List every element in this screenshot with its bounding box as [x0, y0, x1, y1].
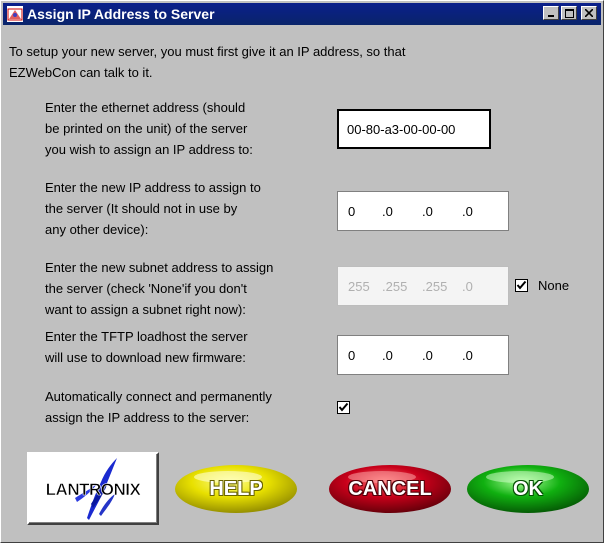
- ethernet-label-line: be printed on the unit) of the server: [45, 121, 248, 136]
- ip-octet-1[interactable]: 0: [348, 204, 382, 219]
- subnet-none-label[interactable]: None: [538, 278, 569, 293]
- subnet-octet-2: .255: [382, 278, 408, 294]
- maximize-icon: [564, 8, 574, 18]
- app-icon: [7, 6, 23, 22]
- new-ip-input[interactable]: 0 .0 .0 .0: [337, 191, 509, 231]
- tftp-loadhost-input[interactable]: 0 .0 .0 .0: [337, 335, 509, 375]
- tftp-octet-2[interactable]: .0: [382, 348, 422, 363]
- subnet-octet-3: .255: [422, 278, 448, 294]
- subnet-octet-4: .0: [462, 278, 473, 294]
- ip-octet-3[interactable]: .0: [422, 204, 462, 219]
- new-ip-label-line: Enter the new IP address to assign to: [45, 180, 261, 195]
- checkmark-icon: [516, 280, 527, 290]
- auto-connect-label: Automatically connect and permanently as…: [45, 386, 335, 428]
- subnet-input[interactable]: 255 .255 .255 .0: [337, 266, 509, 306]
- tftp-label: Enter the TFTP loadhost the server will …: [45, 326, 335, 368]
- cancel-button[interactable]: CANCEL: [327, 460, 453, 518]
- auto-connect-label-line: assign the IP address to the server:: [45, 410, 250, 425]
- title-bar[interactable]: Assign IP Address to Server: [3, 3, 601, 25]
- ethernet-label-line: you wish to assign an IP address to:: [45, 142, 253, 157]
- help-label: HELP: [209, 477, 263, 500]
- close-button[interactable]: [581, 6, 597, 20]
- tftp-octet-3[interactable]: .0: [422, 348, 462, 363]
- ethernet-address-input[interactable]: 00-80-a3-00-00-00: [337, 109, 491, 149]
- logo-text: LANTRONIX: [46, 480, 142, 499]
- intro-line-2: EZWebCon can talk to it.: [9, 65, 153, 80]
- minimize-button[interactable]: [543, 6, 559, 20]
- auto-connect-label-line: Automatically connect and permanently: [45, 389, 272, 404]
- ip-octet-2[interactable]: .0: [382, 204, 422, 219]
- subnet-label: Enter the new subnet address to assign t…: [45, 257, 335, 320]
- tftp-label-line: Enter the TFTP loadhost the server: [45, 329, 248, 344]
- new-ip-label-line: the server (It should not in use by: [45, 201, 238, 216]
- new-ip-label: Enter the new IP address to assign to th…: [45, 177, 335, 240]
- tftp-octet-4[interactable]: .0: [462, 348, 492, 363]
- assign-ip-dialog: Assign IP Address to Server To setup you…: [0, 0, 604, 543]
- help-button[interactable]: HELP: [173, 460, 299, 518]
- minimize-icon: [548, 15, 554, 17]
- checkmark-icon: [338, 402, 349, 412]
- ethernet-label: Enter the ethernet address (should be pr…: [45, 97, 335, 160]
- ok-button[interactable]: OK: [465, 460, 591, 518]
- maximize-button[interactable]: [561, 6, 577, 20]
- subnet-label-line: the server (check 'None'if you don't: [45, 281, 247, 296]
- cancel-label: CANCEL: [348, 477, 432, 500]
- tftp-octet-1[interactable]: 0: [348, 348, 382, 363]
- window-title: Assign IP Address to Server: [27, 6, 215, 22]
- new-ip-label-line: any other device):: [45, 222, 149, 237]
- subnet-label-line: Enter the new subnet address to assign: [45, 260, 274, 275]
- ip-octet-4[interactable]: .0: [462, 204, 492, 219]
- subnet-label-line: want to assign a subnet right now):: [45, 302, 246, 317]
- ok-label: OK: [513, 477, 543, 500]
- ethernet-address-value: 00-80-a3-00-00-00: [347, 121, 456, 137]
- auto-connect-checkbox[interactable]: [337, 401, 350, 414]
- ethernet-label-line: Enter the ethernet address (should: [45, 100, 246, 115]
- lantronix-logo-button[interactable]: LANTRONIX: [27, 452, 159, 525]
- subnet-none-checkbox[interactable]: [515, 279, 528, 292]
- tftp-label-line: will use to download new firmware:: [45, 350, 246, 365]
- lantronix-logo: LANTRONIX: [45, 458, 142, 520]
- intro-line-1: To setup your new server, you must first…: [9, 44, 406, 59]
- intro-text: To setup your new server, you must first…: [9, 41, 589, 83]
- close-icon: [585, 9, 593, 17]
- subnet-octet-1: 255: [348, 278, 370, 294]
